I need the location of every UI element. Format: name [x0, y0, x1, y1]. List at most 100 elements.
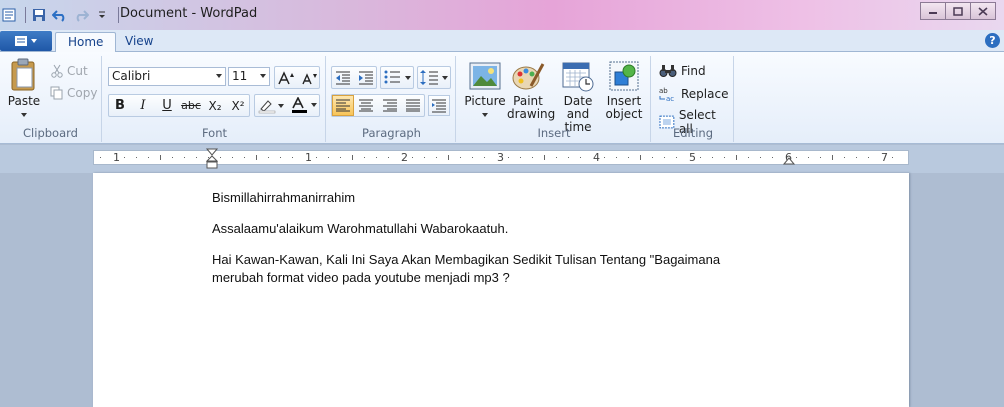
document-line[interactable]: Hai Kawan-Kawan, Kali Ini Saya Akan Memb…	[212, 251, 772, 269]
paint-drawing-button[interactable]: Paint drawing	[507, 60, 556, 121]
dropdown-arrow-icon	[482, 113, 488, 117]
grow-font-icon[interactable]	[275, 67, 297, 88]
font-family-select[interactable]: Calibri	[108, 67, 226, 86]
maximize-button[interactable]	[945, 2, 971, 20]
picture-label: Picture	[464, 94, 506, 108]
tab-home[interactable]: Home	[55, 32, 117, 53]
right-indent-marker-icon[interactable]	[783, 156, 795, 165]
ruler-dot	[532, 157, 533, 158]
ruler-dot	[712, 157, 713, 158]
paint-palette-icon	[512, 63, 545, 90]
justify-button[interactable]	[402, 95, 424, 116]
bold-button[interactable]: B	[109, 95, 131, 116]
date-and-time-button[interactable]: Date and time	[552, 60, 604, 134]
increase-indent-icon[interactable]	[355, 67, 377, 88]
ruler-number: 2	[401, 151, 408, 164]
document-page[interactable]	[93, 173, 909, 407]
help-icon[interactable]: ?	[985, 33, 1000, 48]
find-button[interactable]: Find	[659, 64, 706, 78]
undo-icon[interactable]	[51, 6, 69, 24]
application-menu-button[interactable]	[0, 31, 52, 51]
ribbon-tab-bar: Home View ?	[0, 30, 1004, 53]
ruler-dot	[220, 157, 221, 158]
ruler-tick	[640, 155, 641, 160]
font-color-icon	[292, 97, 317, 113]
insert-object-button[interactable]: Insert object	[604, 60, 644, 121]
clipboard-group: Paste Cut Copy Clipboard	[0, 56, 102, 142]
dropdown-arrow-icon	[216, 74, 222, 78]
copy-icon	[50, 86, 63, 100]
line-spacing-icon	[420, 70, 448, 85]
ruler-dot	[520, 157, 521, 158]
ruler-dot	[388, 157, 389, 158]
calendar-clock-icon	[562, 62, 594, 92]
font-color-group	[254, 94, 320, 117]
ruler-dot	[136, 157, 137, 158]
paint-drawing-label-2: drawing	[507, 107, 556, 121]
document-line[interactable]: Bismillahirrahmanirrahim	[212, 189, 772, 207]
align-center-button[interactable]	[355, 95, 377, 116]
close-button[interactable]	[970, 2, 996, 20]
title-bar: Document - WordPad	[0, 0, 1004, 30]
paragraph-settings-button[interactable]	[428, 95, 450, 116]
paragraph-group-label: Paragraph	[362, 126, 421, 140]
strikethrough-button[interactable]: abc	[180, 95, 202, 116]
subscript-button[interactable]: X₂	[204, 95, 226, 116]
save-icon[interactable]	[30, 6, 48, 24]
document-line[interactable]: Assalaamu'alaikum Warohmatullahi Wabarok…	[212, 220, 772, 238]
ruler-dot	[568, 157, 569, 158]
paste-button[interactable]: Paste	[6, 58, 42, 121]
decrease-indent-icon[interactable]	[332, 67, 354, 88]
window-controls	[920, 2, 996, 20]
highlight-color-button[interactable]	[255, 95, 287, 116]
font-size-select[interactable]: 11	[228, 67, 270, 86]
align-right-button[interactable]	[379, 95, 401, 116]
window-title: Document - WordPad	[120, 6, 258, 21]
left-indent-marker-icon[interactable]	[206, 148, 218, 170]
picture-button[interactable]: Picture	[462, 60, 508, 121]
ruler-dot	[172, 157, 173, 158]
copy-label: Copy	[67, 86, 98, 100]
copy-button[interactable]: Copy	[50, 86, 97, 100]
quick-access-toolbar	[0, 4, 123, 26]
replace-button[interactable]: ab ac Replace	[659, 86, 728, 102]
ruler-dot	[232, 157, 233, 158]
app-icon[interactable]	[0, 6, 18, 24]
ruler-number: 1	[305, 151, 312, 164]
editing-group: Find ab ac Replace Select all Editing	[653, 56, 734, 142]
ruler-tick	[544, 155, 545, 160]
bullets-dropdown[interactable]	[380, 66, 414, 89]
shrink-font-icon[interactable]	[298, 67, 320, 88]
customize-quick-access-icon[interactable]	[93, 6, 111, 24]
justify-icon	[406, 99, 420, 112]
paragraph-icon	[432, 99, 446, 112]
ruler-dot	[376, 157, 377, 158]
find-label: Find	[681, 64, 706, 78]
cut-button[interactable]: Cut	[50, 64, 88, 78]
insert-object-label-2: object	[605, 107, 643, 121]
line-spacing-dropdown[interactable]	[417, 66, 451, 89]
ruler-dot	[148, 157, 149, 158]
superscript-button[interactable]: X²	[227, 95, 249, 116]
align-left-button[interactable]	[332, 95, 354, 116]
picture-icon	[469, 62, 501, 90]
ruler-dot	[892, 157, 893, 158]
italic-button[interactable]: I	[132, 95, 154, 116]
ribbon: Paste Cut Copy Clipboard Calibri 11 B I …	[0, 52, 1004, 144]
underline-button[interactable]: U	[156, 95, 178, 116]
ruler-tick	[736, 155, 737, 160]
ruler-tick	[448, 155, 449, 160]
ruler[interactable]: 1 1 2 3 4 5 6 7	[93, 148, 909, 169]
ruler-dot	[700, 157, 701, 158]
ruler-dot	[280, 157, 281, 158]
ruler-dot	[748, 157, 749, 158]
replace-icon: abac	[659, 87, 674, 102]
ruler-dot	[508, 157, 509, 158]
document-line[interactable]: merubah format video pada youtube menjad…	[212, 269, 772, 287]
minimize-button[interactable]	[920, 2, 946, 20]
tab-view[interactable]: View	[113, 32, 165, 53]
paragraph-group: Paragraph	[328, 56, 456, 142]
insert-group: Picture Paint drawing Date and time Inse…	[458, 56, 651, 142]
redo-icon[interactable]	[72, 6, 90, 24]
text-color-button[interactable]	[288, 95, 320, 116]
